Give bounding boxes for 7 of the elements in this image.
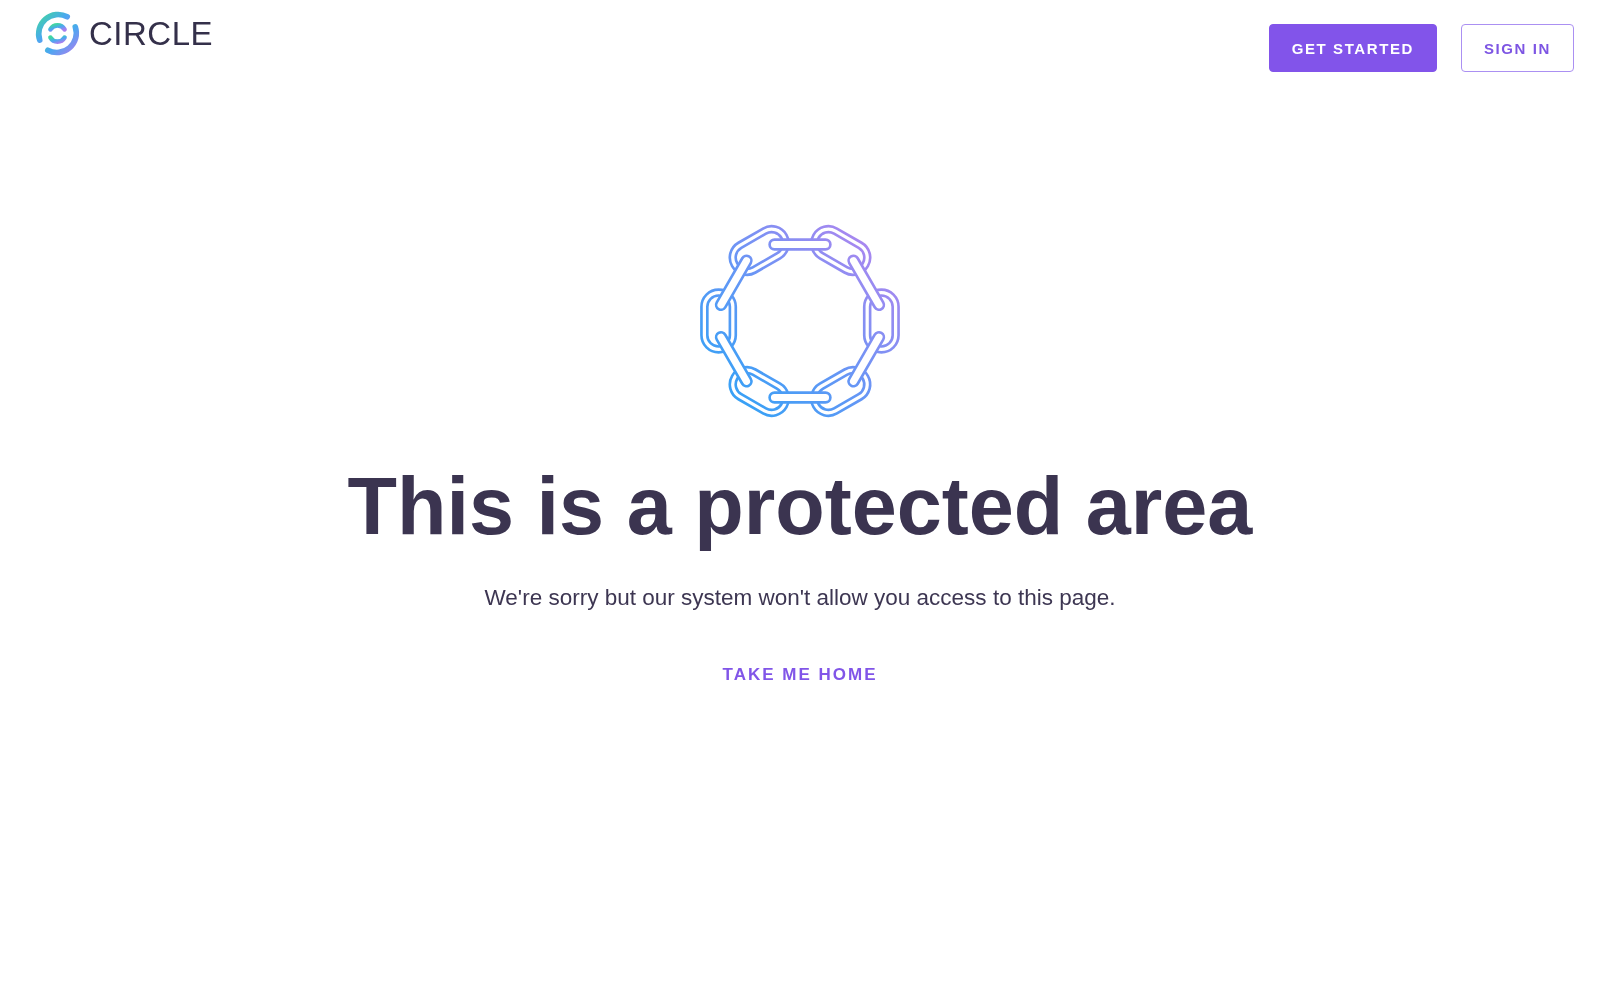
access-message: We're sorry but our system won't allow you access to this page.: [484, 584, 1116, 613]
logo-icon[interactable]: [34, 10, 81, 57]
take-me-home-link[interactable]: TAKE ME HOME: [722, 661, 878, 688]
logo-wordmark[interactable]: CIRCLE: [89, 17, 214, 50]
page-heading: This is a protected area: [347, 460, 1253, 553]
get-started-button[interactable]: GET STARTED: [1268, 24, 1437, 72]
sign-in-button[interactable]: SIGN IN: [1460, 24, 1574, 72]
